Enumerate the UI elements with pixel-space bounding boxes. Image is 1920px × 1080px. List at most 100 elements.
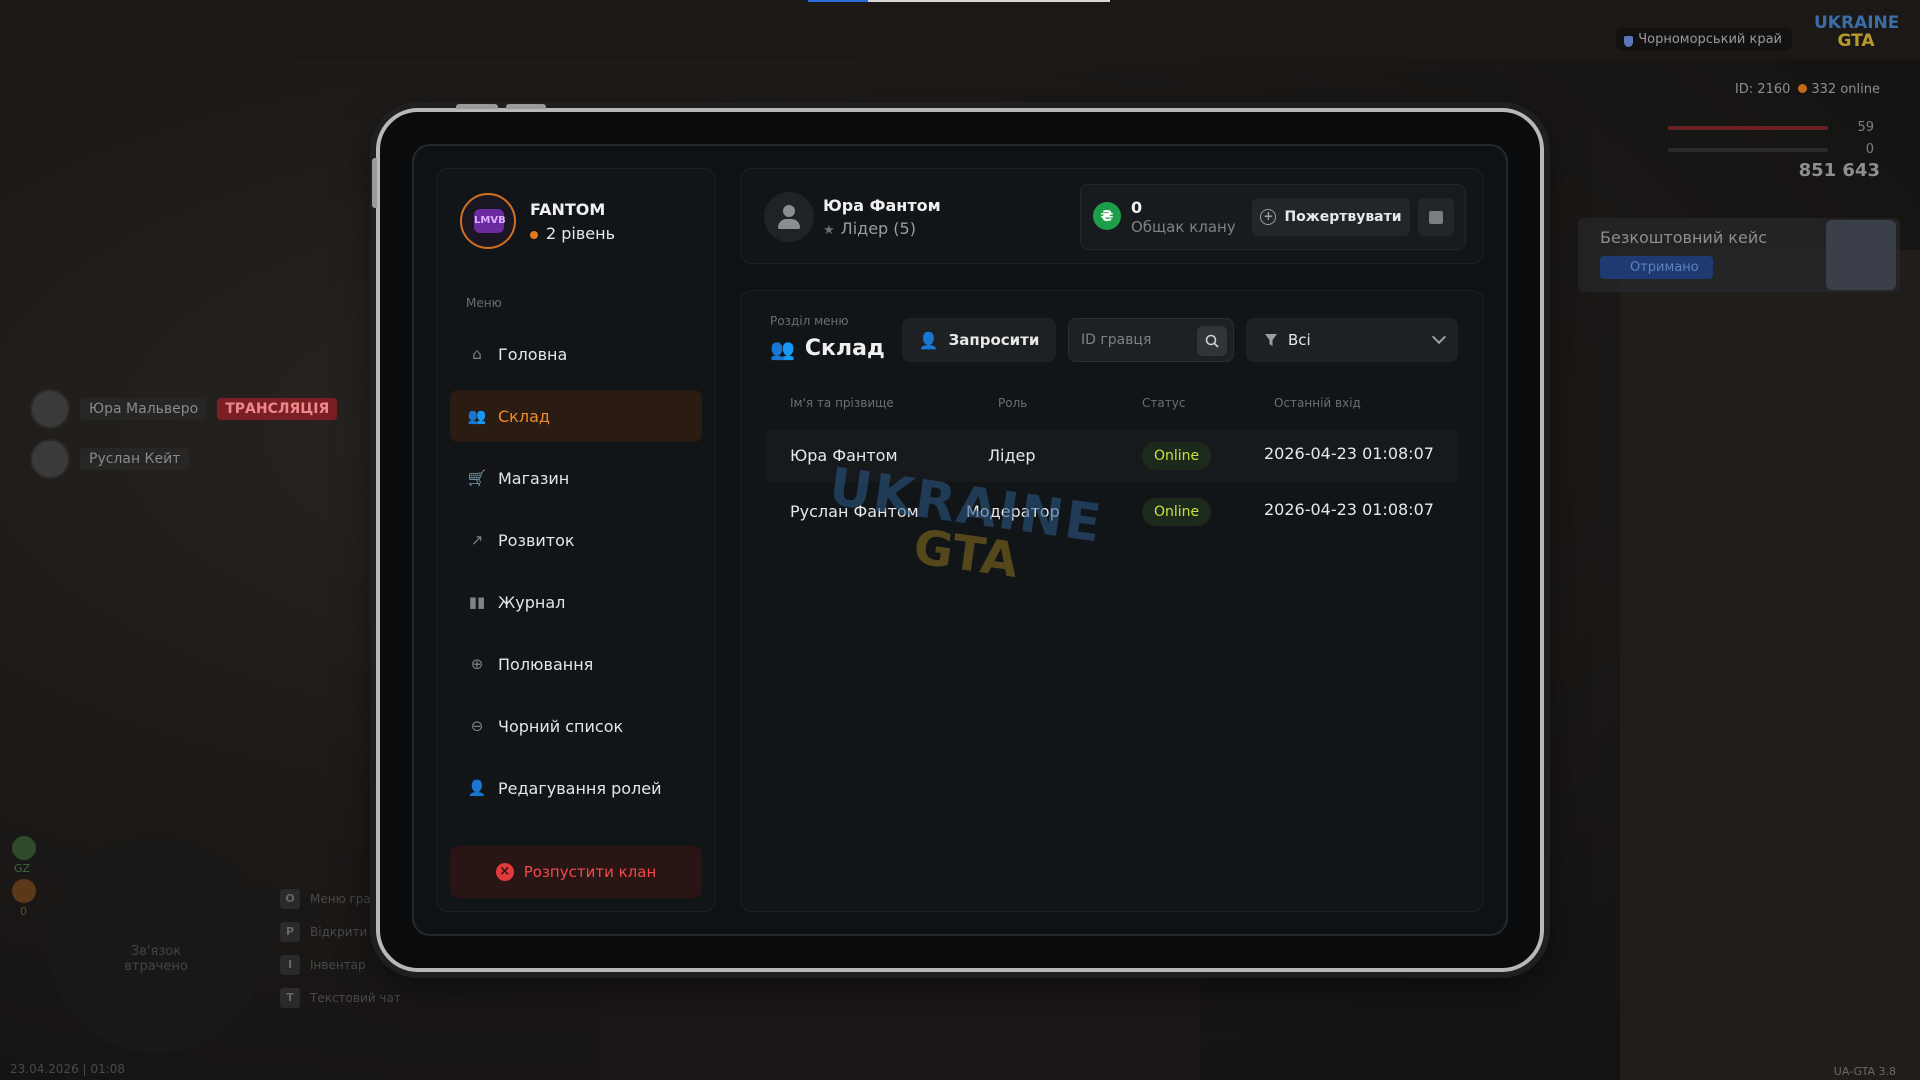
- background-shape: [1620, 250, 1920, 1080]
- sidebar-item-development[interactable]: ↗ Розвиток: [450, 514, 702, 566]
- sidebar-item-storage[interactable]: 👥 Склад: [450, 390, 702, 442]
- disband-clan-button[interactable]: × Розпустити клан: [450, 846, 702, 898]
- voice-user: Юра Мальверо ТРАНСЛЯЦІЯ: [30, 389, 338, 429]
- role-filter-select[interactable]: Всі: [1246, 318, 1458, 362]
- sidebar-item-label: Головна: [498, 344, 568, 364]
- clan-name: FANTOM: [530, 200, 606, 219]
- basket-icon: 🛒: [467, 469, 487, 487]
- sidebar-item-label: Розвиток: [498, 530, 575, 550]
- minimap-signal-lost: Зв'язок втрачено: [124, 944, 188, 974]
- armor-bar: [1668, 148, 1828, 152]
- add-user-icon: 👤: [918, 330, 939, 350]
- status-icons: GZ 0: [12, 836, 38, 918]
- gz-label: GZ: [14, 862, 31, 875]
- column-header-name: Ім'я та прізвище: [790, 396, 894, 410]
- player-id-input[interactable]: [1081, 319, 1191, 361]
- datetime: 23.04.2026 | 01:08: [10, 1062, 125, 1076]
- tablet-side-button: [372, 158, 377, 208]
- treasury-history-button[interactable]: [1418, 198, 1454, 236]
- sidebar-item-label: Магазин: [498, 468, 570, 488]
- tools-count: 0: [20, 905, 27, 918]
- tablet-button: [506, 104, 546, 109]
- home-icon: ⌂: [472, 345, 482, 363]
- case-image: [1826, 220, 1896, 290]
- voice-user: Руслан Кейт: [30, 439, 190, 479]
- invite-label: Запросити: [948, 331, 1040, 349]
- region-badge: Чорноморський край: [1616, 28, 1792, 51]
- clan-level: 2 рівень: [530, 224, 615, 243]
- online-dot-icon: [1798, 84, 1808, 93]
- sidebar-item-journal[interactable]: ▮▮ Журнал: [450, 576, 702, 628]
- user-name: Юра Фантом: [823, 196, 941, 215]
- filter-value: Всі: [1288, 331, 1311, 349]
- crosshair-icon: ⊕: [470, 655, 484, 673]
- column-header-role: Роль: [998, 396, 1028, 410]
- column-header-last-login: Останній вхід: [1274, 396, 1361, 410]
- status-badge: Online: [1142, 442, 1212, 470]
- people-icon: 👥: [770, 336, 795, 361]
- user-avatar-icon: [764, 192, 814, 242]
- sidebar-item-blacklist[interactable]: ⊖ Чорний список: [450, 700, 702, 752]
- sidebar-item-shop[interactable]: 🛒 Магазин: [450, 452, 702, 504]
- section-caption: Розділ меню: [770, 314, 849, 328]
- member-last-login: 2026-04-23 01:08:07: [1264, 444, 1434, 463]
- shield-icon: [12, 836, 36, 860]
- loading-line-progress: [808, 0, 868, 2]
- avatar: [30, 389, 70, 429]
- chart-icon: ↗: [470, 531, 484, 549]
- search-button[interactable]: [1197, 326, 1227, 356]
- donate-label: Пожертвувати: [1284, 209, 1402, 225]
- user-edit-icon: 👤: [467, 779, 487, 797]
- sidebar-item-hunting[interactable]: ⊕ Полювання: [450, 638, 702, 690]
- book-icon: ▮▮: [468, 593, 486, 611]
- sidebar-item-home[interactable]: ⌂ Головна: [450, 328, 702, 380]
- player-id-online: ID: 2160 332 online: [1734, 82, 1880, 97]
- hotkey: T Текстовий чат: [280, 981, 401, 1014]
- chevron-down-icon: [1431, 329, 1447, 345]
- sidebar-item-label: Склад: [498, 406, 550, 426]
- user-role: Лідер (5): [823, 219, 916, 238]
- tablet-button: [456, 104, 498, 109]
- voice-user-name: Юра Мальверо: [80, 398, 208, 420]
- status-badge: Online: [1142, 498, 1212, 526]
- hryvnia-coin-icon: ₴: [1093, 202, 1121, 230]
- sidebar-item-label: Полювання: [498, 654, 594, 674]
- player-search: [1068, 318, 1234, 362]
- close-circle-icon: ×: [495, 863, 514, 881]
- sidebar-item-label: Редагування ролей: [498, 778, 662, 798]
- member-last-login: 2026-04-23 01:08:07: [1264, 500, 1434, 519]
- armor-value: 0: [1865, 142, 1874, 157]
- column-header-status: Статус: [1142, 396, 1186, 410]
- case-status-badge: Отримано: [1600, 256, 1713, 279]
- sidebar-item-label: Чорний список: [498, 716, 624, 736]
- treasury-label: Общак клану: [1131, 218, 1236, 236]
- free-case-card[interactable]: Безкоштовний кейс Отримано: [1578, 218, 1900, 292]
- server-logo: UKRAINE GTA: [1814, 13, 1900, 51]
- sidebar-item-role-editing[interactable]: 👤 Редагування ролей: [450, 762, 702, 814]
- donate-button[interactable]: + Пожертвувати: [1252, 198, 1410, 236]
- background-shape: [600, 960, 1200, 1080]
- version-label: UA-GTA 3.8: [1833, 1065, 1896, 1078]
- sidebar-item-label: Журнал: [498, 592, 566, 612]
- archive-icon: [1429, 210, 1443, 224]
- disband-label: Розпустити клан: [523, 863, 657, 881]
- health-value: 59: [1857, 120, 1874, 135]
- clan-logo: LMVB: [460, 193, 516, 249]
- search-icon: [1205, 334, 1219, 348]
- avatar: [30, 439, 70, 479]
- member-role: Лідер: [988, 446, 1036, 465]
- tools-icon: [12, 879, 36, 903]
- voice-user-name: Руслан Кейт: [80, 448, 190, 470]
- menu-caption: Меню: [466, 296, 502, 310]
- treasury-value: 0: [1131, 198, 1143, 217]
- stream-badge: ТРАНСЛЯЦІЯ: [217, 398, 338, 420]
- page-title-text: Склад: [804, 336, 885, 361]
- filter-icon: [1265, 334, 1277, 346]
- invite-button[interactable]: 👤 Запросити: [902, 318, 1056, 362]
- watermark-logo: UKRAINE GTA: [825, 457, 1107, 590]
- case-title: Безкоштовний кейс: [1600, 228, 1768, 247]
- page-title: 👥 Склад: [770, 336, 885, 361]
- people-icon: 👥: [467, 407, 487, 425]
- health-bar: [1668, 126, 1828, 130]
- money-value: 851 643: [1798, 160, 1880, 181]
